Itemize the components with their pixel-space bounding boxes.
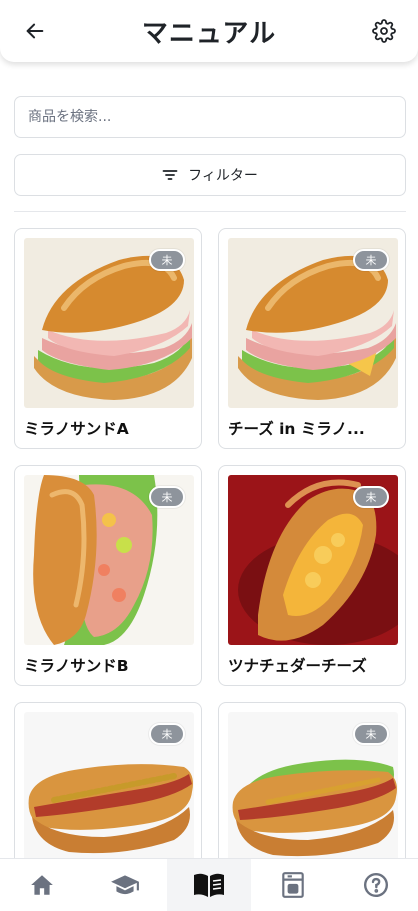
search-input[interactable] bbox=[14, 96, 406, 138]
nav-machine[interactable] bbox=[251, 859, 335, 911]
filter-button[interactable]: フィルター bbox=[14, 154, 406, 196]
product-card[interactable]: 未 ミラノサンドB bbox=[14, 465, 202, 686]
book-open-icon bbox=[193, 873, 224, 897]
status-badge: 未 bbox=[353, 486, 389, 508]
back-button[interactable] bbox=[22, 18, 48, 44]
status-badge: 未 bbox=[149, 249, 185, 271]
status-badge: 未 bbox=[353, 723, 389, 745]
arrow-left-icon bbox=[26, 23, 44, 39]
filter-icon bbox=[162, 170, 178, 180]
status-badge: 未 bbox=[149, 486, 185, 508]
nav-home[interactable] bbox=[0, 859, 84, 911]
product-name: ミラノサンドA bbox=[24, 420, 129, 438]
help-circle-icon bbox=[364, 872, 389, 898]
nav-manual[interactable] bbox=[167, 859, 251, 911]
product-name: チーズ in ミラノ... bbox=[228, 420, 365, 438]
app-header: マニュアル bbox=[0, 0, 418, 62]
app-screen: マニュアル フィルター bbox=[0, 0, 418, 911]
bottom-nav bbox=[0, 858, 418, 911]
nav-help[interactable] bbox=[334, 859, 418, 911]
product-card[interactable]: 未 ツナチェダーチーズ bbox=[218, 465, 406, 686]
product-name: ミラノサンドB bbox=[24, 657, 129, 675]
home-icon bbox=[30, 875, 53, 895]
status-badge: 未 bbox=[149, 723, 185, 745]
product-card[interactable]: 未 チーズ in ミラノ... bbox=[218, 228, 406, 449]
page-title: マニュアル bbox=[141, 18, 277, 49]
divider bbox=[14, 211, 406, 212]
coffee-machine-icon bbox=[281, 872, 304, 898]
filter-label: フィルター bbox=[188, 168, 258, 184]
nav-learning[interactable] bbox=[84, 859, 168, 911]
product-card[interactable]: 未 ミラノサンドA bbox=[14, 228, 202, 449]
graduation-cap-icon bbox=[111, 875, 140, 895]
status-badge: 未 bbox=[353, 249, 389, 271]
settings-button[interactable] bbox=[370, 17, 398, 45]
gear-icon bbox=[372, 19, 396, 43]
product-name: ツナチェダーチーズ bbox=[228, 657, 367, 675]
